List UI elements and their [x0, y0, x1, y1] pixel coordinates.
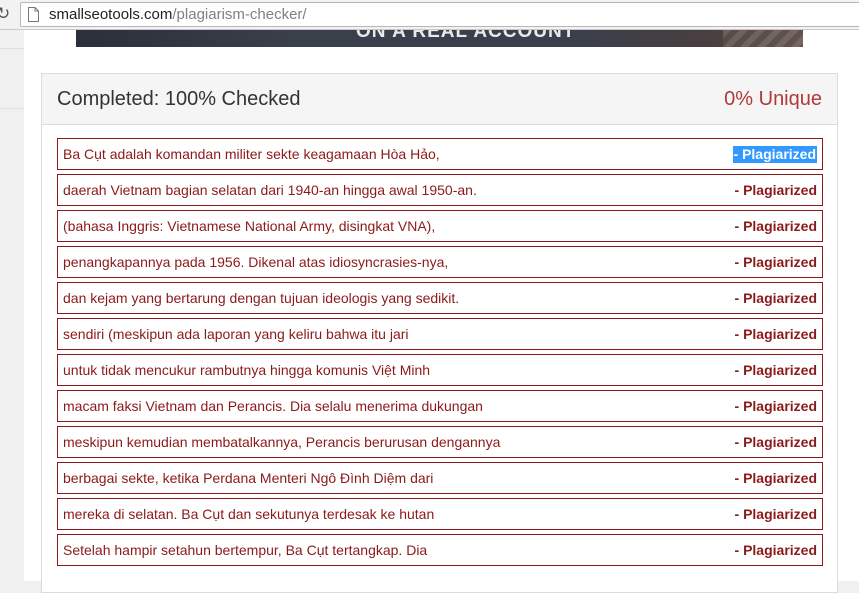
result-sentence: penangkapannya pada 1956. Dikenal atas i… — [63, 254, 449, 270]
result-row: mereka di selatan. Ba Cụt dan sekutunya … — [57, 498, 823, 530]
url-path: /plagiarism-checker/ — [172, 6, 307, 23]
result-row: meskipun kemudian membatalkannya, Peranc… — [57, 426, 823, 458]
result-sentence: daerah Vietnam bagian selatan dari 1940-… — [63, 182, 477, 198]
result-sentence: macam faksi Vietnam dan Perancis. Dia se… — [63, 398, 483, 414]
completed-status: Completed: 100% Checked — [57, 88, 301, 110]
page-content: ON A REAL ACCOUNT Completed: 100% Checke… — [24, 30, 859, 593]
plagiarized-label: - Plagiarized — [734, 434, 817, 450]
result-row: berbagai sekte, ketika Perdana Menteri N… — [57, 462, 823, 494]
ad-decoration — [723, 30, 803, 47]
plagiarized-label: - Plagiarized — [732, 146, 817, 163]
ad-banner[interactable]: ON A REAL ACCOUNT — [76, 30, 803, 47]
plagiarized-label: - Plagiarized — [734, 326, 817, 342]
ad-text: ON A REAL ACCOUNT — [356, 30, 576, 42]
plagiarized-label: - Plagiarized — [734, 218, 817, 234]
result-row: dan kejam yang bertarung dengan tujuan i… — [57, 282, 823, 314]
result-row: (bahasa Inggris: Vietnamese National Arm… — [57, 210, 823, 242]
plagiarized-label: - Plagiarized — [734, 290, 817, 306]
results-panel: Completed: 100% Checked 0% Unique Ba Cụt… — [41, 73, 838, 593]
address-bar[interactable]: smallseotools.com/plagiarism-checker/ — [20, 2, 859, 27]
result-sentence: (bahasa Inggris: Vietnamese National Arm… — [63, 218, 436, 234]
page-icon — [28, 7, 39, 22]
result-row: daerah Vietnam bagian selatan dari 1940-… — [57, 174, 823, 206]
plagiarized-label: - Plagiarized — [734, 182, 817, 198]
reload-icon[interactable]: ↻ — [0, 4, 14, 24]
url-text[interactable]: smallseotools.com/plagiarism-checker/ — [49, 6, 307, 24]
result-sentence: sendiri (meskipun ada laporan yang kelir… — [63, 326, 409, 342]
result-row: sendiri (meskipun ada laporan yang kelir… — [57, 318, 823, 350]
result-row: macam faksi Vietnam dan Perancis. Dia se… — [57, 390, 823, 422]
result-sentence: Setelah hampir setahun bertempur, Ba Cụt… — [63, 542, 428, 558]
plagiarized-label: - Plagiarized — [734, 254, 817, 270]
plagiarized-label: - Plagiarized — [734, 470, 817, 486]
results-list: Ba Cụt adalah komandan militer sekte kea… — [57, 138, 823, 570]
result-row: untuk tidak mencukur rambutnya hingga ko… — [57, 354, 823, 386]
url-domain: smallseotools.com — [49, 6, 173, 23]
plagiarized-label: - Plagiarized — [734, 542, 817, 558]
result-row: penangkapannya pada 1956. Dikenal atas i… — [57, 246, 823, 278]
browser-toolbar: ↻ smallseotools.com/plagiarism-checker/ — [0, 0, 859, 30]
plagiarized-label: - Plagiarized — [734, 362, 817, 378]
unique-percentage: 0% Unique — [724, 88, 822, 110]
plagiarized-label: - Plagiarized — [734, 506, 817, 522]
result-sentence: meskipun kemudian membatalkannya, Peranc… — [63, 434, 501, 450]
result-sentence: mereka di selatan. Ba Cụt dan sekutunya … — [63, 506, 435, 522]
result-row: Setelah hampir setahun bertempur, Ba Cụt… — [57, 534, 823, 566]
result-sentence: Ba Cụt adalah komandan militer sekte kea… — [63, 146, 440, 162]
result-sentence: untuk tidak mencukur rambutnya hingga ko… — [63, 362, 431, 378]
plagiarized-label: - Plagiarized — [734, 398, 817, 414]
results-header: Completed: 100% Checked 0% Unique — [42, 74, 837, 125]
left-gutter — [0, 30, 24, 581]
result-row: Ba Cụt adalah komandan militer sekte kea… — [57, 138, 823, 170]
result-sentence: berbagai sekte, ketika Perdana Menteri N… — [63, 470, 434, 486]
result-sentence: dan kejam yang bertarung dengan tujuan i… — [63, 290, 460, 306]
